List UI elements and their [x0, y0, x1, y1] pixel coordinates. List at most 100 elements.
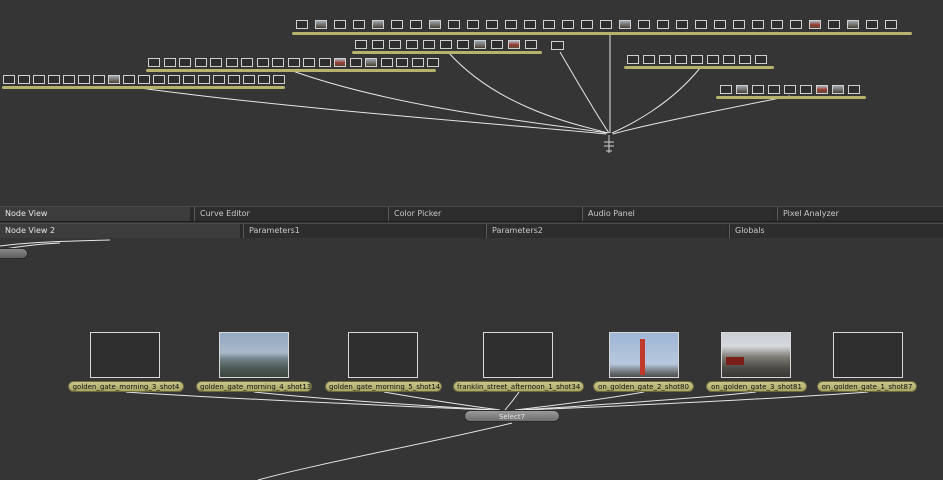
overview-node-tile[interactable] [457, 40, 469, 49]
overview-node-tile[interactable] [63, 75, 75, 84]
node-thumbnail[interactable] [348, 332, 418, 378]
tab-pixel-analyzer[interactable]: Pixel Analyzer [777, 207, 943, 221]
overview-node-tile[interactable] [505, 20, 517, 29]
overview-node-tile[interactable] [847, 20, 859, 29]
overview-node-tile[interactable] [138, 75, 150, 84]
overview-node-tile[interactable] [695, 20, 707, 29]
overview-node-tile[interactable] [525, 40, 537, 49]
node-thumbnail[interactable] [833, 332, 903, 378]
overview-node-tile[interactable] [183, 75, 195, 84]
overview-node-tile[interactable] [771, 20, 783, 29]
overview-node-tile[interactable] [372, 20, 384, 29]
overview-node-tile[interactable] [228, 75, 240, 84]
overview-node-tile[interactable] [619, 20, 631, 29]
overview-node-tile[interactable] [720, 85, 732, 94]
overview-node-tile[interactable] [659, 55, 671, 64]
overview-node-tile[interactable] [691, 55, 703, 64]
overview-node-tile[interactable] [768, 85, 780, 94]
tab-parameters1[interactable]: Parameters1 [243, 224, 483, 238]
overview-node-tile[interactable] [272, 58, 284, 67]
overview-node-tile[interactable] [848, 85, 860, 94]
overview-node-tile[interactable] [491, 40, 503, 49]
overview-node-tile[interactable] [784, 85, 796, 94]
overview-node-tile[interactable] [179, 58, 191, 67]
overview-node-tile[interactable] [334, 20, 346, 29]
select-node[interactable]: Select7 [464, 410, 560, 422]
overview-node-tile[interactable] [372, 40, 384, 49]
overview-node-tile[interactable] [349, 58, 362, 67]
overview-node-tile[interactable] [243, 75, 255, 84]
overview-node-tile[interactable] [755, 55, 767, 64]
overview-node-tile[interactable] [198, 75, 210, 84]
overview-node-tile[interactable] [714, 20, 726, 29]
tab-globals[interactable]: Globals [729, 224, 943, 238]
overview-node-tile[interactable] [816, 85, 828, 94]
offscreen-node[interactable] [0, 248, 28, 259]
overview-node-tile[interactable] [723, 55, 735, 64]
overview-node-tile[interactable] [210, 58, 222, 67]
overview-node-tile[interactable] [194, 58, 207, 67]
overview-node-tile[interactable] [18, 75, 30, 84]
overview-node-tile[interactable] [410, 20, 422, 29]
tab-audio-panel[interactable]: Audio Panel [582, 207, 772, 221]
overview-node-tile[interactable] [163, 58, 176, 67]
overview-node-tile[interactable] [406, 40, 418, 49]
tab-parameters2[interactable]: Parameters2 [486, 224, 726, 238]
overview-node-tile[interactable] [258, 75, 270, 84]
node-thumbnail[interactable] [483, 332, 553, 378]
overview-node-tile[interactable] [467, 20, 479, 29]
overview-node-tile[interactable] [241, 58, 253, 67]
source-node-label[interactable]: golden_gate_morning_5_shot14 [325, 381, 442, 392]
overview-node-tile[interactable] [3, 75, 15, 84]
overview-node-tile[interactable] [800, 85, 812, 94]
overview-node-tile[interactable] [643, 55, 655, 64]
overview-node-tile[interactable] [93, 75, 105, 84]
overview-node-tile[interactable] [225, 58, 238, 67]
overview-node-tile[interactable] [318, 58, 331, 67]
overview-node-tile[interactable] [739, 55, 751, 64]
overview-loader-node[interactable] [551, 41, 564, 50]
overview-node-tile[interactable] [707, 55, 719, 64]
node-thumbnail[interactable] [90, 332, 160, 378]
overview-node-tile[interactable] [427, 58, 439, 67]
merge-node-icon[interactable] [603, 135, 615, 153]
overview-node-tile[interactable] [168, 75, 180, 84]
overview-node-tile[interactable] [287, 58, 300, 67]
overview-node-tile[interactable] [832, 85, 844, 94]
overview-node-tile[interactable] [78, 75, 90, 84]
overview-node-tile[interactable] [736, 85, 748, 94]
source-node-label[interactable]: golden_gate_morning_3_shot4 [68, 381, 184, 392]
overview-node-tile[interactable] [355, 40, 367, 49]
overview-node-tile[interactable] [524, 20, 536, 29]
overview-node-tile[interactable] [581, 20, 593, 29]
tab-node-view[interactable]: Node View [0, 207, 190, 221]
overview-node-tile[interactable] [315, 20, 327, 29]
source-node-label[interactable]: on_golden_gate_2_shot80 [593, 381, 694, 392]
source-node-label[interactable]: franklin_street_afternoon_1_shot34 [453, 381, 584, 392]
overview-node-tile[interactable] [675, 55, 687, 64]
overview-node-tile[interactable] [256, 58, 269, 67]
tab-color-picker[interactable]: Color Picker [388, 207, 578, 221]
overview-node-tile[interactable] [828, 20, 840, 29]
tab-curve-editor[interactable]: Curve Editor [194, 207, 384, 221]
node-graph-overview[interactable] [0, 0, 943, 205]
overview-node-tile[interactable] [733, 20, 745, 29]
overview-node-tile[interactable] [752, 20, 764, 29]
overview-node-tile[interactable] [752, 85, 764, 94]
overview-node-tile[interactable] [508, 40, 520, 49]
overview-node-tile[interactable] [885, 20, 897, 29]
overview-node-tile[interactable] [353, 20, 365, 29]
overview-node-tile[interactable] [676, 20, 688, 29]
overview-node-tile[interactable] [123, 75, 135, 84]
overview-node-tile[interactable] [380, 58, 393, 67]
tab-node-view-2[interactable]: Node View 2 [0, 224, 240, 238]
overview-node-tile[interactable] [365, 58, 377, 67]
overview-node-tile[interactable] [562, 20, 574, 29]
overview-node-tile[interactable] [486, 20, 498, 29]
node-thumbnail[interactable] [721, 332, 791, 378]
overview-node-tile[interactable] [396, 58, 408, 67]
overview-node-tile[interactable] [213, 75, 225, 84]
overview-node-tile[interactable] [657, 20, 669, 29]
overview-node-tile[interactable] [303, 58, 315, 67]
overview-node-tile[interactable] [543, 20, 555, 29]
